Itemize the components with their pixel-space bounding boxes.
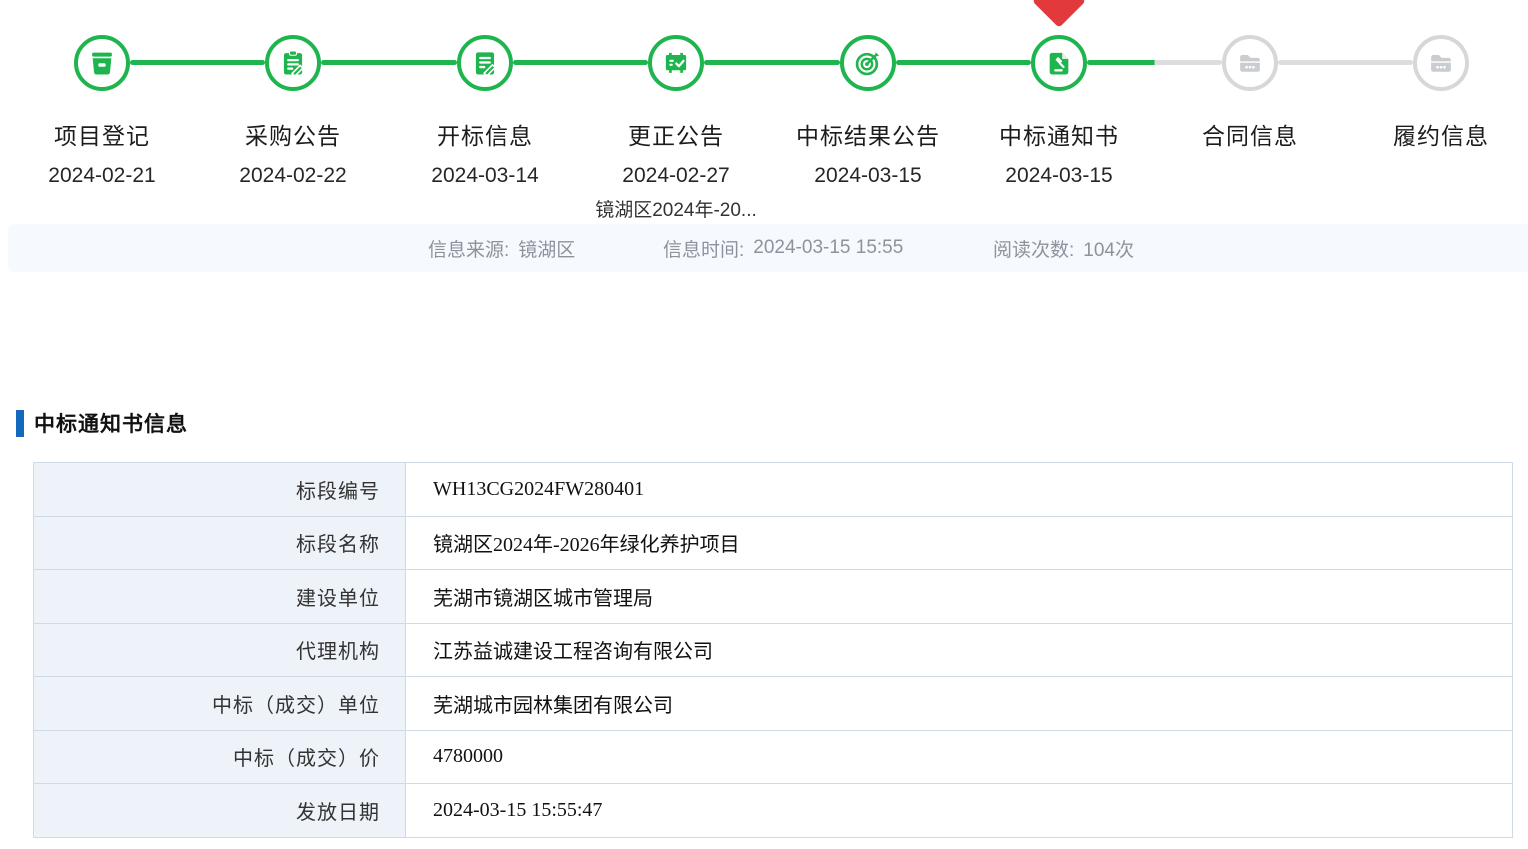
step-circle (648, 35, 704, 91)
step-date: 2024-02-21 (7, 164, 197, 188)
info-time: 信息时间: 2024-03-15 15:55 (663, 224, 903, 272)
field-value: 江苏益诚建设工程咨询有限公司 (406, 623, 1513, 677)
info-source-value: 镜湖区 (518, 235, 575, 262)
board-check-icon (660, 47, 692, 79)
target-dart-icon (852, 47, 884, 79)
meta-info-bar: 信息来源: 镜湖区 信息时间: 2024-03-15 15:55 阅读次数: 1… (8, 224, 1528, 272)
step-circle (1222, 35, 1278, 91)
step-label: 中标通知书 (964, 117, 1154, 151)
stepper-item-contract-info: 合同信息 (1155, 0, 1345, 151)
section-title: 中标通知书信息 (34, 408, 188, 438)
step-label: 合同信息 (1155, 117, 1345, 151)
table-row: 建设单位 芜湖市镜湖区城市管理局 (34, 570, 1513, 624)
step-circle (840, 35, 896, 91)
field-label: 发放日期 (34, 784, 406, 838)
step-date: 2024-02-27 (581, 164, 771, 188)
step-circle (1413, 35, 1469, 91)
step-label: 采购公告 (198, 117, 388, 151)
document-gavel-icon (1043, 47, 1075, 79)
table-row: 标段名称 镜湖区2024年-2026年绿化养护项目 (34, 516, 1513, 570)
field-label: 标段编号 (34, 463, 406, 517)
step-date: 2024-03-15 (964, 164, 1154, 188)
field-label: 标段名称 (34, 516, 406, 570)
field-value: WH13CG2024FW280401 (406, 463, 1513, 517)
info-source: 信息来源: 镜湖区 (428, 224, 575, 272)
folder-dots-icon (1234, 47, 1266, 79)
document-pencil-icon (469, 47, 501, 79)
section-header: 中标通知书信息 (16, 408, 188, 438)
step-label: 项目登记 (7, 117, 197, 151)
step-label: 更正公告 (581, 117, 771, 151)
field-value: 芜湖市镜湖区城市管理局 (406, 570, 1513, 624)
field-value: 镜湖区2024年-2026年绿化养护项目 (406, 516, 1513, 570)
view-count-value: 104次 (1083, 235, 1134, 262)
field-label: 中标（成交）单位 (34, 677, 406, 731)
field-label: 中标（成交）价 (34, 730, 406, 784)
related-notice-link[interactable]: 镜湖区2024年-20... (581, 195, 771, 222)
stepper-item-award-notice[interactable]: 中标通知书 2024-03-15 (964, 0, 1154, 188)
archive-box-icon (86, 47, 118, 79)
stepper-item-procurement-announcement[interactable]: 采购公告 2024-02-22 (198, 0, 388, 188)
stepper-item-bid-opening-info[interactable]: 开标信息 2024-03-14 (390, 0, 580, 188)
step-label: 履约信息 (1346, 117, 1528, 151)
step-circle (457, 35, 513, 91)
field-value: 4780000 (406, 730, 1513, 784)
step-circle (1031, 35, 1087, 91)
step-date: 2024-02-22 (198, 164, 388, 188)
stepper-item-correction-announcement[interactable]: 更正公告 2024-02-27 镜湖区2024年-20... (581, 0, 771, 222)
stepper-item-project-registration[interactable]: 项目登记 2024-02-21 (7, 0, 197, 188)
table-row: 发放日期 2024-03-15 15:55:47 (34, 784, 1513, 838)
table-row: 标段编号 WH13CG2024FW280401 (34, 463, 1513, 517)
table-row: 中标（成交）单位 芜湖城市园林集团有限公司 (34, 677, 1513, 731)
stepper-item-performance-info: 履约信息 (1346, 0, 1528, 151)
title-accent-bar (16, 410, 24, 437)
field-label: 代理机构 (34, 623, 406, 677)
step-label: 中标结果公告 (773, 117, 963, 151)
clipboard-pencil-icon (277, 47, 309, 79)
award-notice-page: 项目登记 2024-02-21 采购公告 2024-02-22 (0, 0, 1528, 849)
table-row: 代理机构 江苏益诚建设工程咨询有限公司 (34, 623, 1513, 677)
info-time-value: 2024-03-15 15:55 (753, 237, 903, 259)
folder-dots-icon (1425, 47, 1457, 79)
view-count: 阅读次数: 104次 (993, 224, 1134, 272)
view-count-label: 阅读次数: (993, 235, 1074, 262)
field-label: 建设单位 (34, 570, 406, 624)
info-time-label: 信息时间: (663, 235, 744, 262)
project-stage-stepper: 项目登记 2024-02-21 采购公告 2024-02-22 (0, 0, 1528, 224)
step-circle (74, 35, 130, 91)
info-source-label: 信息来源: (428, 235, 509, 262)
table-row: 中标（成交）价 4780000 (34, 730, 1513, 784)
step-date: 2024-03-14 (390, 164, 580, 188)
step-circle (265, 35, 321, 91)
field-value: 芜湖城市园林集团有限公司 (406, 677, 1513, 731)
step-label: 开标信息 (390, 117, 580, 151)
field-value: 2024-03-15 15:55:47 (406, 784, 1513, 838)
step-date: 2024-03-15 (773, 164, 963, 188)
award-notice-table: 标段编号 WH13CG2024FW280401 标段名称 镜湖区2024年-20… (33, 462, 1513, 838)
stepper-item-award-result-announcement[interactable]: 中标结果公告 2024-03-15 (773, 0, 963, 188)
